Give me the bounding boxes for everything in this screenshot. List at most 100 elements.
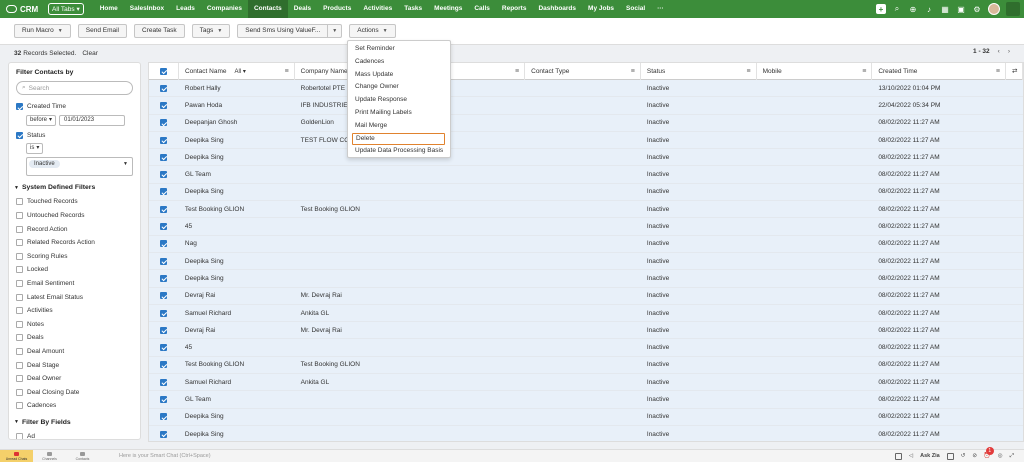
table-row[interactable]: Deepika Sing Inactive 08/02/2022 11:27 AM [149, 408, 1023, 426]
cell-contact-name[interactable]: Deepika Sing [179, 149, 295, 166]
nav-tab-products[interactable]: Products [317, 0, 357, 18]
cell-contact-name[interactable]: Devraj Rai [179, 287, 295, 304]
nav-tab-leads[interactable]: Leads [170, 0, 201, 18]
marketplace-icon[interactable]: ▣ [956, 4, 966, 14]
cell-contact-name[interactable]: Samuel Richard [179, 374, 295, 391]
cell-company-name[interactable]: Mr. Devraj Rai [295, 287, 525, 304]
column-settings-icon[interactable]: ⇄ [1006, 63, 1023, 80]
nav-tab-home[interactable]: Home [94, 0, 124, 18]
table-row[interactable]: Test Booking GLION Test Booking GLION Inac… [149, 201, 1023, 219]
status-value-multiselect[interactable]: Inactive ▼ [26, 157, 133, 177]
cell-company-name[interactable] [295, 166, 525, 183]
select-all-checkbox[interactable] [159, 67, 167, 75]
filter-checkbox[interactable] [16, 212, 23, 220]
actions-button[interactable]: Actions ▼ [349, 24, 396, 38]
row-checkbox[interactable] [160, 119, 168, 127]
cell-contact-name[interactable]: Test Booking GLION [179, 201, 295, 218]
row-checkbox[interactable] [160, 309, 168, 317]
table-row[interactable]: Test Booking GLION Test Booking GLION Inac… [149, 356, 1023, 375]
filter-checkbox[interactable] [16, 432, 23, 439]
expand-icon[interactable]: ⤢ [1010, 453, 1014, 460]
cell-contact-name[interactable]: Deepika Sing [179, 270, 295, 287]
cell-contact-name[interactable]: 45 [179, 218, 295, 235]
system-filter-item[interactable]: Record Action [16, 222, 133, 236]
row-checkbox[interactable] [160, 430, 168, 438]
cell-contact-name[interactable]: GL Team [179, 166, 295, 183]
nav-tab-calls[interactable]: Calls [468, 0, 496, 18]
notification-bell-icon[interactable]: ♪ [924, 4, 934, 14]
system-filter-item[interactable]: Deal Stage [16, 358, 133, 372]
row-checkbox[interactable] [160, 274, 168, 282]
system-filter-item[interactable]: Touched Records [16, 195, 133, 209]
column-contact-type[interactable]: Contact Type ≡ [525, 63, 641, 80]
cell-contact-name[interactable]: Deepika Sing [179, 253, 295, 270]
system-filter-item[interactable]: Scoring Rules [16, 250, 133, 264]
cell-contact-name[interactable]: Deepika Sing [179, 183, 295, 200]
filter-checkbox[interactable] [16, 375, 23, 383]
filter-checkbox[interactable] [16, 402, 23, 410]
system-filter-item[interactable]: Locked [16, 263, 133, 277]
row-checkbox[interactable] [160, 101, 168, 109]
cell-company-name[interactable]: Ankita GL [295, 374, 525, 391]
nav-more-icon[interactable]: ··· [651, 0, 670, 18]
table-row[interactable]: Nag Inactive 08/02/2022 11:27 AM [149, 235, 1023, 253]
table-row[interactable]: Pawan Hoda IFB INDUSTRIES Inactive 22/04/20… [149, 97, 1023, 115]
table-row[interactable]: Deepika Sing Inactive 08/02/2022 11:27 AM [149, 425, 1023, 441]
ask-zia-button[interactable]: Ask Zia [920, 453, 940, 459]
column-status[interactable]: Status ≡ [641, 63, 757, 80]
system-filter-item[interactable]: Deal Owner [16, 372, 133, 386]
table-row[interactable]: Robert Hally Robertotel PTE Inactive 13/10/… [149, 80, 1023, 98]
row-checkbox[interactable] [160, 413, 168, 421]
apps-grid-icon[interactable] [1006, 2, 1020, 16]
cell-company-name[interactable]: Test Booking GLION [295, 356, 525, 373]
cell-company-name[interactable] [295, 270, 525, 287]
column-menu-icon[interactable]: ≡ [996, 68, 1000, 75]
system-filter-item[interactable]: Related Records Action [16, 236, 133, 250]
table-row[interactable]: Deepika Sing Inactive 08/02/2022 11:27 AM [149, 149, 1023, 167]
column-menu-icon[interactable]: ≡ [631, 68, 635, 75]
column-menu-icon[interactable]: ≡ [862, 68, 866, 75]
actions-menu-item-delete[interactable]: Delete [352, 132, 445, 145]
user-avatar[interactable] [988, 3, 1000, 15]
filter-checkbox[interactable] [16, 293, 23, 301]
reminders-alarm-icon[interactable]: ⏰ 1 [984, 447, 994, 459]
system-filters-header[interactable]: ▼ System Defined Filters [14, 181, 133, 194]
actions-menu-item-change-owner[interactable]: Change Owner [348, 81, 450, 94]
field-filter-item[interactable]: Ad [16, 430, 133, 439]
chat-window-icon[interactable] [946, 452, 954, 460]
row-checkbox[interactable] [160, 136, 168, 144]
row-checkbox[interactable] [160, 223, 168, 231]
system-filter-item[interactable]: Deal Closing Date [16, 386, 133, 400]
row-checkbox[interactable] [160, 396, 168, 403]
row-checkbox[interactable] [160, 257, 168, 265]
signals-icon[interactable]: ⊕ [908, 4, 918, 14]
table-row[interactable]: Samuel Richard Ankita GL Inactive 08/02/202… [149, 374, 1023, 392]
cell-contact-name[interactable]: Test Booking GLION [179, 356, 295, 373]
created-time-date-input[interactable]: 01/01/2023 [59, 114, 126, 126]
status-checkbox[interactable] [16, 131, 23, 139]
cell-contact-name[interactable]: Samuel Richard [179, 305, 295, 322]
row-checkbox[interactable] [160, 361, 168, 369]
status-chip[interactable]: Inactive [29, 160, 60, 169]
table-row[interactable]: Deepanjan Ghosh GoldenLion Inactive 08/02/2… [149, 114, 1023, 132]
cell-contact-name[interactable]: Deepanjan Ghosh [179, 114, 295, 131]
nav-tab-reports[interactable]: Reports [496, 0, 533, 18]
table-row[interactable]: GL Team Inactive 08/02/2022 11:27 AM [149, 166, 1023, 184]
nav-tab-tasks[interactable]: Tasks [398, 0, 428, 18]
nav-tab-salesinbox[interactable]: SalesInbox [124, 0, 170, 18]
column-created-time[interactable]: Created Time ≡ [872, 63, 1007, 80]
system-filter-item[interactable]: Deals [16, 331, 133, 345]
system-filter-item[interactable]: Untouched Records [16, 209, 133, 223]
system-filter-item[interactable]: Deal Amount [16, 345, 133, 359]
cell-company-name[interactable] [295, 426, 525, 441]
table-row[interactable]: 45 Inactive 08/02/2022 11:27 AM [149, 339, 1023, 357]
bottom-tab-contacts[interactable]: Contacts [66, 450, 99, 462]
filter-checkbox[interactable] [16, 239, 23, 247]
table-row[interactable]: Deepika Sing Inactive 08/02/2022 11:27 AM [149, 270, 1023, 288]
actions-menu-item-cadences[interactable]: Cadences [348, 56, 450, 69]
table-row[interactable]: Devraj Rai Mr. Devraj Rai Inactive 08/02/20… [149, 322, 1023, 340]
row-checkbox[interactable] [160, 326, 168, 334]
create-new-icon[interactable]: + [876, 4, 886, 14]
table-row[interactable]: Samuel Richard Ankita GL Inactive 08/02/202… [149, 304, 1023, 323]
status-operator-select[interactable]: is ▾ [26, 143, 44, 155]
